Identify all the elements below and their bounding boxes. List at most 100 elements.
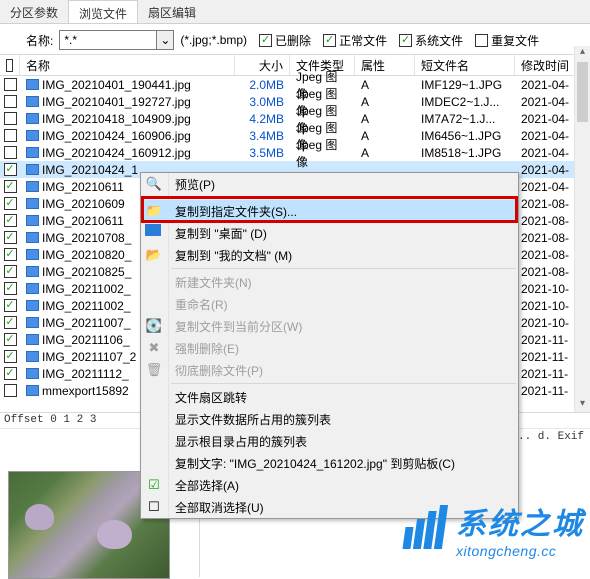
delete-icon: ✖ (145, 339, 163, 357)
tab-sector[interactable]: 扇区编辑 (138, 0, 206, 23)
file-icon (26, 300, 39, 311)
file-icon (26, 266, 39, 277)
file-name: IMG_20210424_160906.jpg (42, 129, 191, 143)
file-short: IM6456~1.JPG (415, 129, 515, 143)
desktop-icon (145, 224, 161, 236)
file-name: IMG_20211007_ (42, 316, 131, 330)
file-size: 2.0MB (235, 78, 290, 92)
chk-normal[interactable]: ✓正常文件 (323, 32, 387, 49)
hdr-attr[interactable]: 属性 (355, 55, 415, 75)
ctx-perm-delete: 🗑彻底删除文件(P) (141, 359, 518, 381)
ctx-force-delete: ✖强制删除(E) (141, 337, 518, 359)
file-name: IMG_20210424_160912.jpg (42, 146, 191, 160)
file-size: 3.0MB (235, 95, 290, 109)
file-size: 4.2MB (235, 112, 290, 126)
ctx-copy-docs[interactable]: 📂复制到 "我的文档" (M) (141, 244, 518, 266)
tab-browse[interactable]: 浏览文件 (68, 0, 138, 23)
row-checkbox[interactable]: ✓ (4, 248, 17, 261)
file-name: IMG_20211002_ (42, 282, 131, 296)
hdr-check[interactable] (0, 55, 20, 75)
hdr-name[interactable]: 名称 (20, 55, 235, 75)
watermark-url: xitongcheng.cc (456, 543, 556, 559)
file-attr: A (355, 78, 415, 92)
file-name: IMG_20210611 (42, 214, 124, 228)
name-input[interactable] (60, 33, 156, 47)
file-icon (26, 385, 39, 396)
file-attr: A (355, 95, 415, 109)
file-short: IMF129~1.JPG (415, 78, 515, 92)
file-icon (26, 113, 39, 124)
name-label: 名称: (26, 32, 53, 49)
row-checkbox[interactable] (4, 95, 17, 108)
scroll-up-icon[interactable]: ▴ (577, 46, 588, 60)
file-short: IM7A72~1.J... (415, 112, 515, 126)
row-checkbox[interactable]: ✓ (4, 265, 17, 278)
chk-system[interactable]: ✓系统文件 (399, 32, 463, 49)
file-name: IMG_20210418_104909.jpg (42, 112, 191, 126)
file-type: Jpeg 图像 (290, 136, 355, 170)
filter-row: 名称: ⌄ (*.jpg;*.bmp) ✓已删除 ✓正常文件 ✓系统文件 重复文… (0, 24, 590, 54)
ctx-copy-text[interactable]: 复制文字: "IMG_20210424_161202.jpg" 到剪贴板(C) (141, 452, 518, 474)
name-combo[interactable]: ⌄ (59, 30, 174, 50)
hdr-size[interactable]: 大小 (235, 55, 290, 75)
hdr-short[interactable]: 短文件名 (415, 55, 515, 75)
file-name: IMG_20210424_1 (42, 163, 138, 177)
folder-copy-icon: 📁 (145, 202, 163, 220)
tabs: 分区参数 浏览文件 扇区编辑 (0, 0, 590, 24)
chk-deleted[interactable]: ✓已删除 (259, 32, 311, 49)
row-checkbox[interactable]: ✓ (4, 350, 17, 363)
file-name: mmexport15892 (42, 384, 129, 398)
file-name: IMG_20210708_ (42, 231, 131, 245)
table-row[interactable]: IMG_20210424_160912.jpg3.5MBJpeg 图像AIM85… (0, 144, 590, 161)
row-checkbox[interactable] (4, 384, 17, 397)
file-icon (26, 181, 39, 192)
ctx-copy-desktop[interactable]: 复制到 "桌面" (D) (141, 222, 518, 244)
row-checkbox[interactable]: ✓ (4, 214, 17, 227)
file-icon (26, 147, 39, 158)
ctx-preview[interactable]: 🔍预览(P) (141, 173, 518, 195)
ctx-sector-jump[interactable]: 文件扇区跳转 (141, 386, 518, 408)
ctx-show-root-cluster[interactable]: 显示根目录占用的簇列表 (141, 430, 518, 452)
partition-icon: 💽 (145, 317, 163, 335)
scrollbar[interactable]: ▴ ▾ (574, 46, 590, 412)
row-checkbox[interactable]: ✓ (4, 299, 17, 312)
file-name: IMG_20210820_ (42, 248, 131, 262)
tab-partition[interactable]: 分区参数 (0, 0, 68, 23)
docs-icon: 📂 (145, 246, 163, 264)
file-short: IMDEC2~1.J... (415, 95, 515, 109)
file-name: IMG_20210825_ (42, 265, 131, 279)
row-checkbox[interactable]: ✓ (4, 197, 17, 210)
exif-text: .. d. Exif (518, 431, 584, 443)
ctx-copy-to-folder[interactable]: 📁复制到指定文件夹(S)... (141, 200, 518, 222)
file-attr: A (355, 146, 415, 160)
file-name: IMG_20210611 (42, 180, 124, 194)
preview-icon: 🔍 (145, 175, 163, 193)
row-checkbox[interactable]: ✓ (4, 231, 17, 244)
chevron-down-icon[interactable]: ⌄ (156, 31, 173, 49)
ctx-select-all[interactable]: ☑全部选择(A) (141, 474, 518, 496)
file-name: IMG_20210401_192727.jpg (42, 95, 191, 109)
file-name: IMG_20211106_ (42, 333, 130, 347)
row-checkbox[interactable]: ✓ (4, 333, 17, 346)
file-icon (26, 198, 39, 209)
row-checkbox[interactable]: ✓ (4, 282, 17, 295)
file-short: IM8518~1.JPG (415, 146, 515, 160)
row-checkbox[interactable]: ✓ (4, 163, 17, 176)
file-icon (26, 283, 39, 294)
row-checkbox[interactable] (4, 146, 17, 159)
row-checkbox[interactable] (4, 129, 17, 142)
file-icon (26, 79, 39, 90)
row-checkbox[interactable] (4, 78, 17, 91)
row-checkbox[interactable]: ✓ (4, 367, 17, 380)
scroll-down-icon[interactable]: ▾ (577, 398, 588, 412)
chk-dup[interactable]: 重复文件 (475, 32, 539, 49)
file-icon (26, 96, 39, 107)
ctx-show-cluster[interactable]: 显示文件数据所占用的簇列表 (141, 408, 518, 430)
file-icon (26, 215, 39, 226)
row-checkbox[interactable] (4, 112, 17, 125)
file-icon (26, 130, 39, 141)
row-checkbox[interactable]: ✓ (4, 180, 17, 193)
row-checkbox[interactable]: ✓ (4, 316, 17, 329)
file-size: 3.5MB (235, 146, 290, 160)
scroll-thumb[interactable] (577, 62, 588, 122)
